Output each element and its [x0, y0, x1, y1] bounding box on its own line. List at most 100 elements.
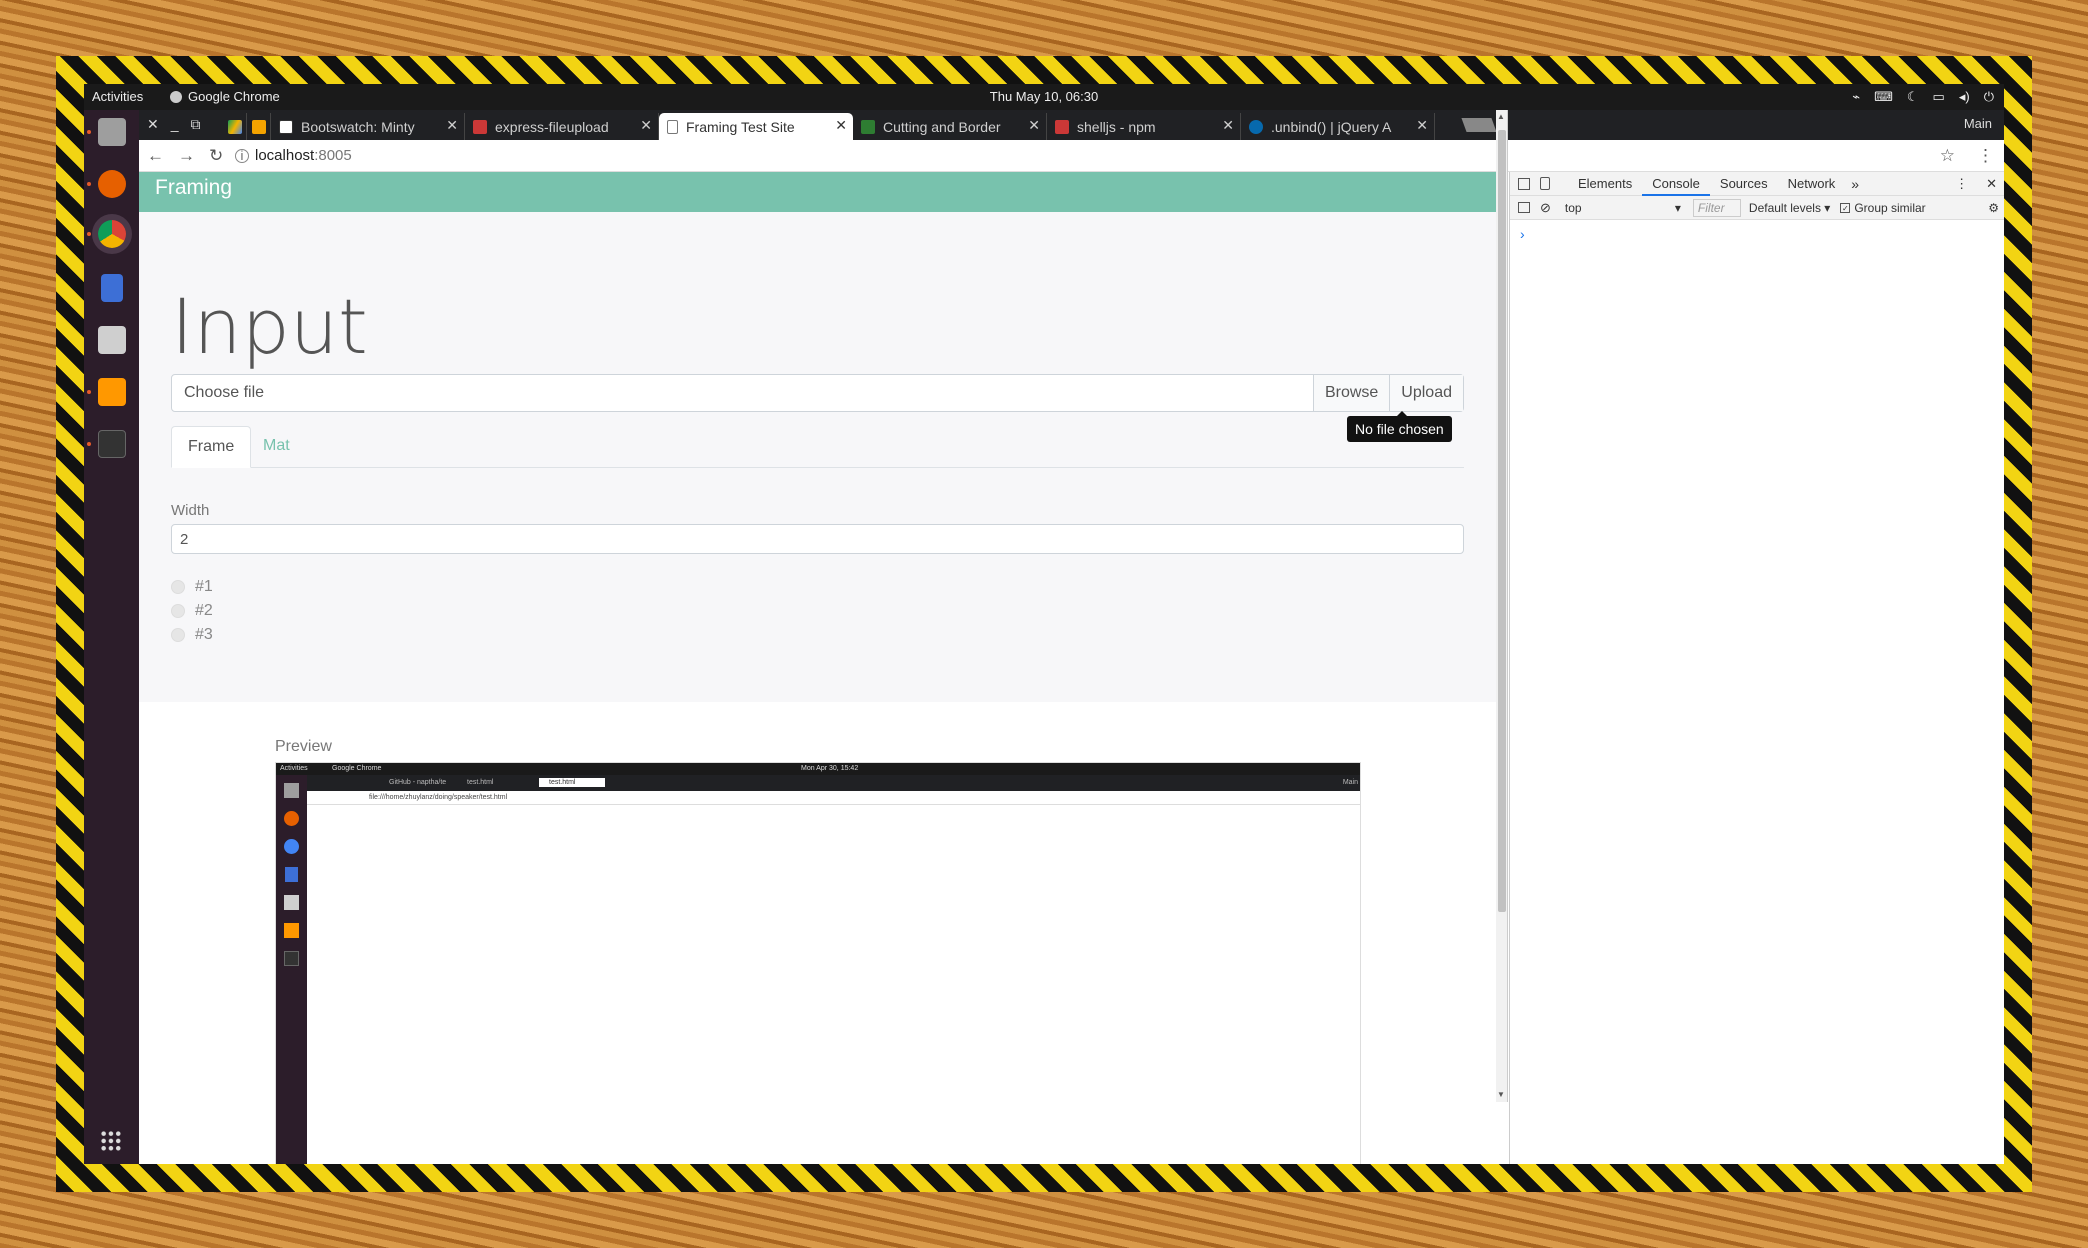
devtools-tab-network[interactable]: Network	[1778, 172, 1846, 196]
attachment-icon[interactable]: ⌁	[1852, 89, 1860, 105]
radio-option[interactable]: #1	[171, 578, 213, 596]
keyboard-icon[interactable]: ⌨	[1874, 89, 1893, 105]
files-icon[interactable]	[98, 118, 126, 146]
tab-pinned[interactable]	[247, 113, 271, 140]
browser-tab-active[interactable]: Framing Test Site ✕	[659, 113, 853, 140]
upload-button[interactable]: Upload	[1389, 375, 1463, 411]
scrollbar-thumb[interactable]	[1498, 130, 1506, 912]
log-levels-select[interactable]: Default levels ▾	[1749, 201, 1830, 215]
tab-strip: ✕ _ ⧉ Bootswatch: Minty ✕ express-fileup…	[139, 110, 2004, 140]
radio-circle[interactable]	[171, 628, 185, 642]
preview-chrome-icon	[284, 839, 299, 854]
close-tab-icon[interactable]: ✕	[1222, 117, 1234, 134]
close-tab-icon[interactable]: ✕	[446, 117, 458, 134]
npm-icon	[1055, 119, 1069, 134]
tab-title: Framing Test Site	[686, 118, 795, 135]
browser-tab[interactable]: express-fileupload ✕	[465, 113, 659, 140]
console-prompt-icon[interactable]: ›	[1520, 226, 1525, 242]
page-scrollbar[interactable]: ▲ ▼	[1496, 110, 1508, 1102]
reload-icon[interactable]: ↻	[209, 146, 223, 166]
console-sidebar-icon[interactable]	[1518, 202, 1530, 213]
devtools-tab-console[interactable]: Console	[1642, 172, 1710, 196]
preview-address-bar: file:///home/zhuylanz/doing/speaker/test…	[307, 791, 1360, 805]
devtools-tab-elements[interactable]: Elements	[1568, 172, 1642, 196]
info-icon[interactable]: i	[235, 148, 249, 163]
document-icon[interactable]	[101, 274, 123, 302]
running-indicator	[87, 182, 91, 186]
url-field[interactable]: i localhost:8005	[235, 147, 1940, 164]
close-tab-icon[interactable]: ✕	[835, 117, 847, 134]
night-light-icon[interactable]: ☾	[1907, 89, 1919, 105]
minimize-window-icon[interactable]: _	[171, 116, 179, 133]
preview-firefox-icon	[284, 811, 299, 826]
console-filter-input[interactable]: Filter	[1692, 198, 1741, 217]
close-tab-icon[interactable]: ✕	[1416, 117, 1428, 134]
jquery-icon	[1249, 119, 1263, 134]
close-window-icon[interactable]: ✕	[147, 116, 159, 133]
file-input-group: Choose file Browse Upload	[171, 374, 1464, 412]
volume-icon[interactable]: ◂)	[1959, 89, 1970, 105]
preview-tab-strip: GitHub - naptha/te test.html test.html M…	[307, 775, 1360, 791]
devtools-menu-icon[interactable]: ⋮	[1945, 176, 1978, 192]
tab-title: Cutting and Border	[883, 118, 1001, 135]
clock[interactable]: Thu May 10, 06:30	[84, 89, 2004, 104]
close-tab-icon[interactable]: ✕	[640, 117, 652, 134]
browser-tab[interactable]: .unbind() | jQuery A ✕	[1241, 113, 1435, 140]
sublime-text-icon[interactable]	[98, 378, 126, 406]
browse-button[interactable]: Browse	[1312, 375, 1390, 411]
radio-option[interactable]: #2	[171, 602, 213, 620]
radio-circle[interactable]	[171, 604, 185, 618]
devtools-tab-sources[interactable]: Sources	[1710, 172, 1778, 196]
scroll-up-arrow-icon[interactable]: ▲	[1497, 112, 1505, 121]
terminal-icon[interactable]	[98, 430, 126, 458]
clear-console-icon[interactable]: ⊘	[1540, 200, 1551, 216]
activities-button[interactable]: Activities	[92, 89, 143, 104]
system-tray[interactable]: ⌁ ⌨ ☾ ▭ ◂) ⏻	[1852, 89, 1994, 105]
device-toolbar-icon[interactable]	[1540, 177, 1550, 190]
forward-icon[interactable]: →	[178, 146, 195, 166]
chrome-icon[interactable]	[98, 220, 126, 248]
navbar-brand[interactable]: Framing	[155, 176, 232, 199]
more-tabs-icon[interactable]: »	[1845, 176, 1865, 192]
console-settings-gear-icon[interactable]: ⚙	[1988, 201, 1999, 215]
close-tab-icon[interactable]: ✕	[1028, 117, 1040, 134]
radio-option[interactable]: #3	[171, 626, 213, 644]
restore-window-icon[interactable]: ⧉	[191, 116, 201, 133]
browser-tab[interactable]: Bootswatch: Minty ✕	[271, 113, 465, 140]
group-similar-label: Group similar	[1854, 200, 1926, 215]
power-icon[interactable]: ⏻	[1984, 89, 1994, 105]
new-tab-button[interactable]	[1461, 118, 1497, 132]
choose-file-input[interactable]: Choose file	[172, 375, 1313, 411]
software-center-icon[interactable]	[98, 326, 126, 354]
menu-kebab-icon[interactable]: ⋮	[1977, 146, 1994, 166]
devtools-tab-bar: Elements Console Sources Network » ⋮ ✕	[1510, 172, 2004, 196]
chrome-small-icon	[170, 90, 182, 103]
display-icon[interactable]: ▭	[1933, 89, 1945, 105]
browser-tab[interactable]: Cutting and Border ✕	[853, 113, 1047, 140]
console-toolbar: ⊘ top ▾ Filter Default levels ▾ ✓ Group …	[1510, 196, 2004, 220]
app-menu[interactable]: Google Chrome	[170, 89, 280, 104]
devtools-close-icon[interactable]: ✕	[1978, 176, 2004, 192]
preview-terminal-icon	[284, 951, 299, 966]
context-select[interactable]: top ▾	[1565, 201, 1681, 215]
tab-frame[interactable]: Frame	[171, 426, 252, 468]
preview-files-icon	[284, 783, 299, 798]
grid-icon[interactable]	[100, 1130, 122, 1152]
inspect-element-icon[interactable]	[1518, 177, 1530, 190]
bookmark-star-icon[interactable]: ☆	[1940, 146, 1955, 166]
tab-mat[interactable]: Mat	[247, 426, 306, 468]
app-menu-label: Google Chrome	[188, 89, 280, 104]
group-similar-checkbox[interactable]: ✓ Group similar	[1840, 200, 1926, 215]
nav-buttons: ← → ↻	[147, 146, 235, 166]
tab-drive[interactable]	[223, 113, 247, 140]
browser-tab[interactable]: shelljs - npm ✕	[1047, 113, 1241, 140]
scroll-down-arrow-icon[interactable]: ▼	[1497, 1090, 1505, 1099]
preview-image: Activities Google Chrome Mon Apr 30, 15:…	[275, 762, 1361, 1164]
firefox-icon[interactable]	[98, 170, 126, 198]
back-icon[interactable]: ←	[147, 146, 164, 166]
radio-circle[interactable]	[171, 580, 185, 594]
input-section: Input Choose file Browse Upload No file …	[139, 212, 1496, 702]
preview-tab-active: test.html	[539, 778, 606, 787]
width-input[interactable]: 2	[171, 524, 1464, 554]
dropdown-arrow-icon: ▾	[1674, 200, 1681, 215]
